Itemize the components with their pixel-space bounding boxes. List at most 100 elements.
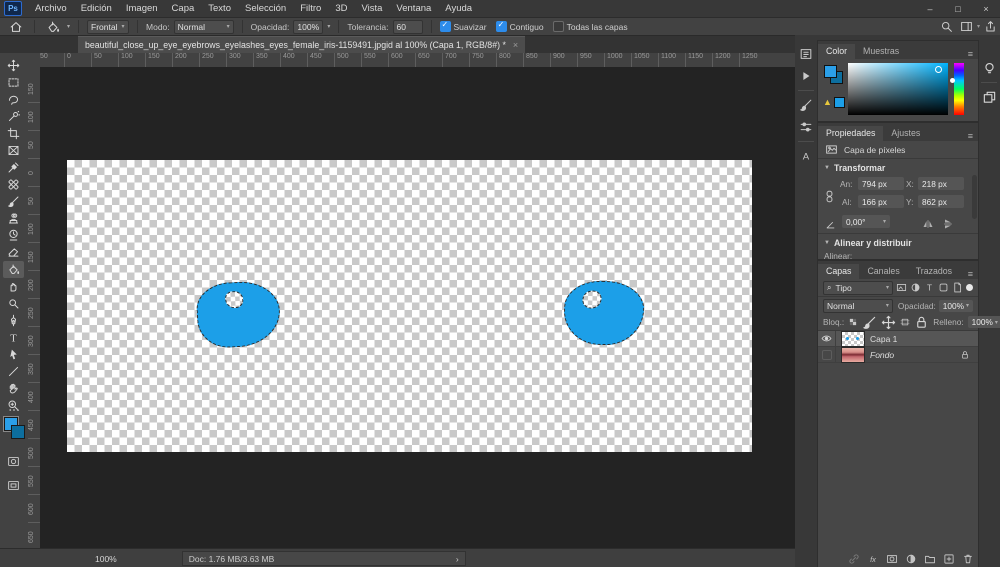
status-chevron-icon[interactable]: › (456, 554, 459, 564)
eraser-tool[interactable] (3, 244, 24, 261)
close-button[interactable]: × (972, 1, 1000, 17)
marquee-tool[interactable] (3, 74, 24, 91)
color-fg-swatch[interactable] (824, 65, 837, 78)
crop-tool[interactable] (3, 125, 24, 142)
shape-tool[interactable] (3, 363, 24, 380)
frame-tool[interactable] (3, 142, 24, 159)
tab-trazados[interactable]: Trazados (908, 264, 960, 279)
x-input[interactable]: 218 px (918, 177, 964, 190)
delete-icon[interactable] (962, 553, 974, 565)
type-tool[interactable]: T (3, 329, 24, 346)
tab-ajustes[interactable]: Ajustes (883, 126, 928, 141)
maximize-button[interactable]: □ (944, 1, 972, 17)
menu-capa[interactable]: Capa (165, 3, 202, 14)
smart-filter-icon[interactable] (952, 282, 963, 293)
checkbox-suavizar[interactable]: Suavizar (439, 20, 487, 32)
checkbox-todas-las-capas[interactable]: Todas las capas (552, 21, 628, 32)
angle-input[interactable]: 0,00° ▾ (842, 215, 890, 228)
healing-brush-tool[interactable] (3, 176, 24, 193)
canvas-viewport[interactable] (40, 67, 795, 548)
lock-move-icon[interactable] (881, 315, 896, 330)
filter-toggle-icon[interactable] (966, 284, 973, 291)
layer-name[interactable]: Capa 1 (870, 334, 897, 344)
tolerance-input[interactable]: 60 (392, 19, 423, 34)
tab-canales[interactable]: Canales (859, 264, 907, 279)
learn-icon[interactable] (979, 59, 999, 77)
workspace-icon[interactable] (957, 18, 977, 36)
path-selection-tool[interactable] (3, 346, 24, 363)
doc-size-indicator[interactable]: Doc: 1.76 MB/3.63 MB › (181, 551, 466, 566)
quick-selection-tool[interactable] (3, 108, 24, 125)
align-section-header[interactable]: ▼ Alinear y distribuir (818, 233, 978, 250)
edit-toolbar-icon[interactable] (3, 401, 24, 418)
lock-transparency-icon[interactable] (848, 317, 858, 327)
adjustment-icon[interactable] (905, 553, 917, 565)
dodge-tool[interactable] (3, 295, 24, 312)
layer-name[interactable]: Fondo (870, 350, 894, 360)
layer-thumbnail[interactable] (841, 346, 865, 363)
minimize-button[interactable]: – (916, 1, 944, 17)
checkbox-icon[interactable] (439, 20, 451, 32)
gamut-swatch[interactable] (834, 97, 845, 108)
paint-bucket-tool[interactable] (3, 261, 24, 278)
smudge-tool[interactable] (3, 278, 24, 295)
transform-section-header[interactable]: ▼ Transformar (818, 159, 978, 175)
menu-texto[interactable]: Texto (201, 3, 238, 14)
checkbox-icon[interactable] (495, 20, 507, 32)
flip-vertical-icon[interactable] (938, 215, 958, 233)
tool-presets-icon[interactable] (796, 118, 816, 136)
checkbox-contiguo[interactable]: Contiguo (495, 20, 544, 32)
blend-mode-select[interactable]: Normal ▾ (173, 19, 234, 34)
left-eye-selection[interactable] (195, 279, 282, 350)
clone-stamp-tool[interactable] (3, 210, 24, 227)
layer-fill-input[interactable]: 100% ▾ (967, 316, 1000, 328)
lock-all-icon[interactable] (914, 315, 929, 330)
hand-tool[interactable] (3, 380, 24, 397)
home-icon[interactable] (6, 18, 26, 36)
menu-imagen[interactable]: Imagen (119, 3, 165, 14)
layer-blend-select[interactable]: Normal ▾ (823, 298, 893, 313)
mask-icon[interactable] (886, 553, 898, 565)
gamut-warning-icon[interactable]: ▲ (823, 97, 832, 107)
visibility-eye-icon[interactable] (818, 331, 836, 346)
lock-artboard-icon[interactable] (900, 317, 910, 327)
tab-muestras[interactable]: Muestras (855, 44, 907, 59)
menu-filtro[interactable]: Filtro (293, 3, 328, 14)
visibility-eye-off[interactable] (818, 347, 836, 362)
pixel-filter-icon[interactable] (896, 282, 907, 293)
screen-mode-button[interactable] (3, 477, 24, 494)
search-icon[interactable] (937, 18, 957, 36)
y-input[interactable]: 862 px (918, 195, 964, 208)
libraries-icon[interactable] (979, 88, 999, 106)
menu-ventana[interactable]: Ventana (389, 3, 438, 14)
brush-settings-icon[interactable] (796, 96, 816, 114)
right-eye-selection[interactable] (562, 279, 646, 347)
tab-color[interactable]: Color (818, 44, 856, 59)
glyphs-icon[interactable]: A (796, 147, 816, 165)
move-tool[interactable] (3, 57, 24, 74)
pen-tool[interactable] (3, 312, 24, 329)
history-brush-tool[interactable] (3, 227, 24, 244)
menu-ayuda[interactable]: Ayuda (438, 3, 479, 14)
layer-row-capa-1[interactable]: Capa 1 (818, 330, 978, 347)
hue-slider-marker[interactable] (950, 78, 955, 83)
group-icon[interactable] (924, 553, 936, 565)
document-tab[interactable]: beautiful_close_up_eye_eyebrows_eyelashe… (78, 36, 526, 53)
menu-archivo[interactable]: Archivo (28, 3, 74, 14)
link-icon[interactable] (848, 553, 860, 565)
layer-lock-icon[interactable] (960, 350, 970, 360)
layer-thumbnail[interactable] (841, 330, 865, 347)
checkbox-icon[interactable] (552, 21, 564, 32)
fill-source-select[interactable]: Frontal ▾ (87, 19, 130, 34)
layer-row-fondo[interactable]: Fondo (818, 346, 978, 363)
panel-menu-icon[interactable]: ≡ (963, 269, 978, 279)
hue-slider[interactable] (950, 63, 964, 115)
layer-opacity-input[interactable]: 100% ▾ (938, 299, 973, 312)
link-dimensions-icon[interactable] (822, 185, 836, 207)
preset-caret-icon[interactable]: ▾ (67, 23, 70, 30)
panel-menu-icon[interactable]: ≡ (963, 49, 978, 59)
menu-edicin[interactable]: Edición (74, 3, 119, 14)
tab-capas[interactable]: Capas (818, 264, 860, 279)
close-tab-icon[interactable]: × (513, 40, 518, 50)
paint-bucket-preset-icon[interactable] (43, 18, 63, 36)
